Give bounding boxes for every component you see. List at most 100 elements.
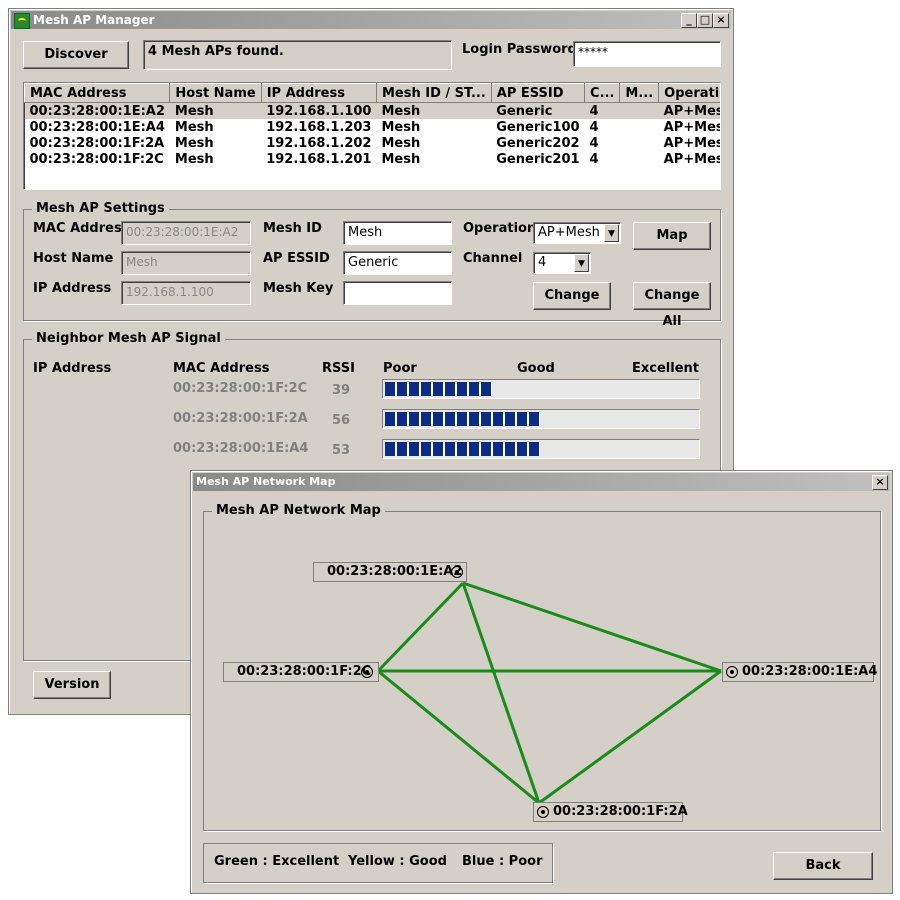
link-a2-a4 bbox=[462, 581, 722, 673]
map-node-a2[interactable]: 00:23:28:00:1E:A2 bbox=[313, 562, 467, 582]
mesh-key-label: Mesh Key bbox=[263, 281, 334, 296]
node-label: 00:23:28:00:1E:A2 bbox=[327, 564, 463, 579]
change-all-button[interactable]: Change All bbox=[633, 282, 711, 329]
channel-value: 4 bbox=[538, 255, 547, 270]
legend-green: Green : Excellent bbox=[214, 854, 340, 869]
table-cell: 00:23:28:00:1E:A4 bbox=[29, 119, 165, 135]
table-cell: Mesh bbox=[381, 119, 421, 135]
neighbor-mac: 00:23:28:00:1F:2A bbox=[173, 411, 308, 426]
table-row[interactable]: 00:23:28:00:1E:A2 Mesh 192.168.1.100 Mes… bbox=[24, 102, 720, 119]
channel-select[interactable]: 4 ▼ bbox=[533, 252, 591, 274]
map-node-a4[interactable]: 00:23:28:00:1E:A4 bbox=[722, 662, 878, 682]
neighbor-rssi: 56 bbox=[332, 413, 351, 428]
mesh-key-input[interactable] bbox=[343, 281, 452, 305]
change-button[interactable]: Change bbox=[533, 282, 611, 310]
table-header: MAC Address Host Name IP Address Mesh ID… bbox=[24, 83, 720, 103]
column-header[interactable]: AP ESSID bbox=[490, 83, 586, 103]
close-icon[interactable]: × bbox=[713, 13, 729, 28]
column-header[interactable]: Mesh ID / ST... bbox=[375, 83, 492, 103]
mesh-id-input[interactable]: Mesh bbox=[343, 221, 452, 245]
operation-select[interactable]: AP+Mesh ▼ bbox=[533, 222, 621, 244]
table-cell: AP+Mesh bbox=[663, 151, 720, 167]
chevron-down-icon[interactable]: ▼ bbox=[574, 254, 589, 272]
table-cell: Generic201 bbox=[496, 151, 580, 167]
node-target-icon bbox=[726, 666, 738, 678]
mac-address-label: MAC Address bbox=[33, 221, 130, 236]
link-a4-2a bbox=[538, 669, 722, 805]
table-cell: Mesh bbox=[174, 151, 214, 167]
table-cell: 00:23:28:00:1E:A2 bbox=[24, 102, 170, 119]
chevron-down-icon[interactable]: ▼ bbox=[604, 224, 619, 242]
network-map-window: Mesh AP Network Map × Mesh AP Network Ma… bbox=[190, 470, 893, 894]
neighbor-rssi: 39 bbox=[332, 383, 351, 398]
table-cell: 00:23:28:00:1F:2A bbox=[29, 135, 165, 151]
table-cell: 4 bbox=[584, 102, 620, 119]
table-cell bbox=[620, 135, 659, 151]
neighbor-mac-header: MAC Address bbox=[173, 361, 270, 376]
table-row[interactable]: 00:23:28:00:1E:A4 Mesh 192.168.1.203 Mes… bbox=[25, 119, 721, 135]
login-password-field[interactable]: ***** bbox=[573, 41, 721, 67]
table-cell: Generic202 bbox=[496, 135, 580, 151]
ip-address-value: 192.168.1.100 bbox=[126, 285, 214, 299]
map-node-2c[interactable]: 00:23:28:00:1F:2C bbox=[223, 662, 379, 682]
discover-button[interactable]: Discover bbox=[23, 41, 129, 69]
table-cell: 4 bbox=[589, 135, 599, 151]
column-header[interactable]: C... bbox=[584, 83, 621, 103]
map-node-2a[interactable]: 00:23:28:00:1F:2A bbox=[533, 802, 688, 822]
mac-address-value: 00:23:28:00:1E:A2 bbox=[126, 225, 239, 239]
group-title: Neighbor Mesh AP Signal bbox=[32, 331, 225, 346]
table-row[interactable]: 00:23:28:00:1F:2A Mesh 192.168.1.202 Mes… bbox=[25, 135, 721, 151]
table-cell: Generic100 bbox=[496, 119, 580, 135]
version-button[interactable]: Version bbox=[33, 671, 111, 699]
column-header[interactable]: IP Address bbox=[260, 83, 377, 103]
table-cell bbox=[620, 151, 659, 167]
table-cell: 192.168.1.100 bbox=[261, 102, 377, 119]
operation-value: AP+Mesh bbox=[538, 225, 600, 240]
node-target-icon bbox=[537, 806, 549, 818]
table-cell: AP+Mesh bbox=[663, 119, 720, 135]
table-cell: Mesh bbox=[174, 135, 214, 151]
rssi-header: RSSI bbox=[322, 361, 355, 376]
ap-list[interactable]: MAC Address Host Name IP Address Mesh ID… bbox=[23, 82, 721, 190]
table-cell: Mesh bbox=[376, 102, 492, 119]
window-title: Mesh AP Manager bbox=[33, 13, 155, 27]
neighbor-mac: 00:23:28:00:1E:A4 bbox=[173, 441, 309, 456]
maximize-icon[interactable]: □ bbox=[697, 13, 713, 28]
minimize-icon[interactable]: _ bbox=[681, 13, 697, 28]
table-cell: Mesh bbox=[174, 119, 214, 135]
host-name-field: Mesh bbox=[121, 251, 251, 275]
table-cell: 192.168.1.201 bbox=[266, 151, 372, 167]
table-cell bbox=[619, 102, 659, 119]
table-row[interactable]: 00:23:28:00:1F:2C Mesh 192.168.1.201 Mes… bbox=[25, 151, 721, 167]
legend-yellow: Yellow : Good bbox=[348, 854, 447, 869]
node-label: 00:23:28:00:1E:A4 bbox=[742, 664, 878, 679]
table-cell: 4 bbox=[589, 119, 599, 135]
node-target-icon bbox=[451, 566, 463, 578]
legend-blue: Blue : Poor bbox=[462, 854, 543, 869]
table-cell: AP+Mesh bbox=[663, 135, 720, 151]
group-title: Mesh AP Settings bbox=[32, 201, 169, 216]
mac-address-field: 00:23:28:00:1E:A2 bbox=[121, 221, 251, 245]
signal-bar bbox=[382, 439, 700, 459]
column-header[interactable]: Host Name bbox=[169, 83, 262, 103]
table-cell: Mesh bbox=[381, 135, 421, 151]
ap-essid-label: AP ESSID bbox=[263, 251, 330, 266]
table-cell: AP+Mesh bbox=[658, 102, 720, 119]
table-cell: Generic bbox=[491, 102, 585, 119]
table-cell: 4 bbox=[589, 151, 599, 167]
neighbor-ip-header: IP Address bbox=[33, 361, 112, 376]
column-header[interactable]: M... bbox=[619, 83, 660, 103]
title-bar: Mesh AP Manager _ □ × bbox=[11, 11, 731, 29]
back-button[interactable]: Back bbox=[773, 852, 873, 880]
login-password-value: ***** bbox=[578, 45, 608, 59]
column-header[interactable]: Operation bbox=[658, 83, 720, 103]
table-cell: 192.168.1.203 bbox=[266, 119, 372, 135]
ap-essid-input[interactable]: Generic bbox=[343, 251, 452, 275]
link-group bbox=[376, 581, 722, 805]
neighbor-mac: 00:23:28:00:1F:2C bbox=[173, 381, 308, 396]
channel-label: Channel bbox=[463, 251, 523, 266]
scale-poor-label: Poor bbox=[383, 361, 417, 376]
map-button[interactable]: Map bbox=[633, 222, 711, 250]
column-header[interactable]: MAC Address bbox=[24, 83, 171, 103]
status-text: 4 Mesh APs found. bbox=[148, 44, 284, 59]
